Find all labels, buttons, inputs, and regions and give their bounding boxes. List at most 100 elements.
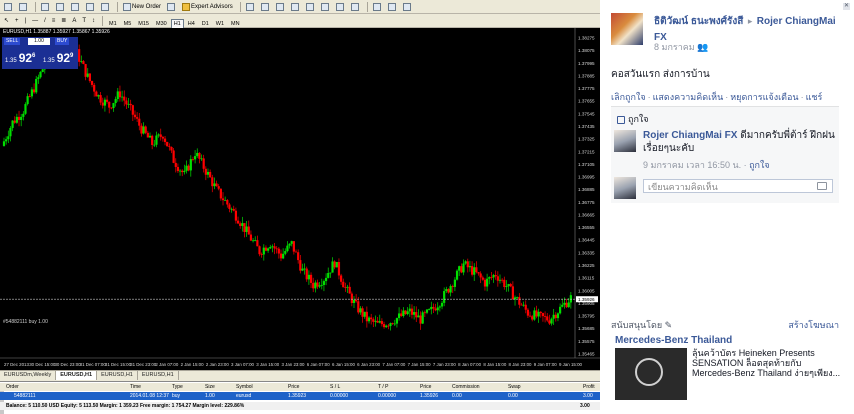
post-action-3[interactable]: แชร์ [806,92,823,102]
y-tick-label: 1.37995 [578,61,595,66]
crosshair-tool[interactable]: + [13,15,21,26]
column-header[interactable]: Symbol [236,383,253,391]
lot-input[interactable]: 1.00 [28,38,50,45]
candle-body [355,299,358,302]
horizontal-line-tool[interactable]: — [30,15,40,26]
text-tool[interactable]: A [70,15,78,26]
timeframe-m30[interactable]: M30 [153,19,170,29]
bid-price[interactable]: 1.35 926 [5,46,40,67]
arrows-tool[interactable]: ↕ [90,15,97,26]
column-header[interactable]: Order [6,383,19,391]
candle-body [494,275,497,277]
candle-body [556,313,560,319]
comment-input[interactable]: เขียนความคิดเห็น [643,179,833,193]
create-ad-link[interactable]: สร้างโฆษณา [788,318,839,332]
order-line-label: #54882111 buy 1.00 [3,319,48,325]
likes-row[interactable]: ถูกใจ [617,112,649,126]
channel-tool[interactable]: ≡ [50,15,58,26]
timeframe-h1[interactable]: H1 [170,18,184,29]
candle-body [331,261,334,273]
y-tick-label: 1.35795 [578,314,595,319]
candle-body [455,270,459,280]
candlestick-button[interactable] [259,1,272,12]
candle-body [30,89,34,97]
timeframe-mn[interactable]: MN [228,19,243,29]
zoom-out-button[interactable] [304,1,317,12]
column-header[interactable]: Price [420,383,431,391]
post-action-1[interactable]: แสดงความคิดเห็น [653,92,724,102]
chart-tab-0[interactable]: EURUSDm,Weekly [0,371,57,380]
new-order-button[interactable]: New Order [121,1,163,12]
new-chart-button[interactable] [2,1,15,12]
fibonacci-tool[interactable]: ≣ [59,15,68,26]
profiles-button[interactable] [17,1,30,12]
expert-advisors-button[interactable]: Expert Advisors [180,1,235,12]
timeframe-w1[interactable]: W1 [213,19,227,29]
column-header[interactable]: Commission [452,383,480,391]
table-cell: 1.35926 [420,393,439,399]
close-icon[interactable]: ✕ [843,3,850,10]
column-header[interactable]: S / L [330,383,340,391]
new-chart-icon [4,2,12,11]
navigator-button[interactable] [69,1,82,12]
comment-author[interactable]: Rojer ChiangMai FX [643,130,737,141]
ask-price[interactable]: 1.35 929 [43,46,78,67]
terminal-button[interactable] [84,1,97,12]
cursor-tool[interactable]: ↖ [2,15,11,26]
ad-edit-icon[interactable]: ✎ [665,320,673,330]
table-row[interactable]: 54882111 2014.01.08 12:37 buy 1.00 eurusd 1.3… [0,392,600,400]
chart-tab-1[interactable]: EURUSD,H1 [56,371,98,380]
candle-body [415,312,418,318]
chart-tab-2[interactable]: EURUSD,H1 [97,371,138,380]
chart-shift-button[interactable] [349,1,362,12]
market-watch-button[interactable] [39,1,52,12]
camera-icon[interactable] [817,182,827,190]
post-action-0[interactable]: เลิกถูกใจ [611,92,646,102]
timeframe-m15[interactable]: M15 [135,19,152,29]
column-header[interactable]: Swap [508,383,521,391]
post-time[interactable]: 8 มกราคม 👥 [654,40,708,54]
timeframe-d1[interactable]: D1 [199,19,212,29]
bar-chart-button[interactable] [244,1,257,12]
candle-body [170,147,173,151]
sell-button[interactable]: SELL [4,38,21,45]
label-tool[interactable]: T [80,15,88,26]
periods-button[interactable] [386,1,399,12]
autoscroll-button[interactable] [334,1,347,12]
post-action-2[interactable]: หยุดการแจ้งเตือน [730,92,798,102]
chart-tab-3[interactable]: EURUSD,H1 [138,371,179,380]
tester-button[interactable] [99,1,112,12]
line-chart-button[interactable] [274,1,287,12]
vertical-line-tool[interactable]: | [23,15,29,26]
candle-body [567,302,570,308]
candle-body [464,261,467,264]
timeframe-m5[interactable]: M5 [121,19,135,29]
chart-window[interactable]: 1.38275 1.38075 1.37995 1.37885 1.37775 1.376… [0,28,600,370]
data-window-button[interactable] [54,1,67,12]
ad-image[interactable] [615,348,687,400]
timeframe-h4[interactable]: H4 [185,19,198,29]
column-header[interactable]: Profit [583,383,595,391]
candle-body [37,77,40,79]
commenter-avatar[interactable] [614,130,636,152]
tile-windows-button[interactable] [319,1,332,12]
ad-title[interactable]: Mercedes-Benz Thailand [615,335,732,346]
column-header[interactable]: Price [288,383,299,391]
author-avatar[interactable] [611,13,643,45]
column-header[interactable]: Time [130,383,141,391]
author-name[interactable]: ธิติวัฒน์ ธนะพงศ์รังสี [654,16,743,27]
column-header[interactable]: Type [172,383,183,391]
indicators-button[interactable] [371,1,384,12]
candle-body [539,311,542,314]
trendline-tool[interactable]: / [42,15,48,26]
candle-body [228,204,231,209]
column-header[interactable]: T / P [378,383,388,391]
metaeditor-button[interactable] [165,1,178,12]
candle-body [509,284,512,287]
buy-button[interactable]: BUY [55,38,70,45]
zoom-in-button[interactable] [289,1,302,12]
column-header[interactable]: Size [205,383,215,391]
templates-button[interactable] [401,1,414,12]
comment-like-link[interactable]: ถูกใจ [749,160,770,170]
timeframe-m1[interactable]: M1 [106,19,120,29]
